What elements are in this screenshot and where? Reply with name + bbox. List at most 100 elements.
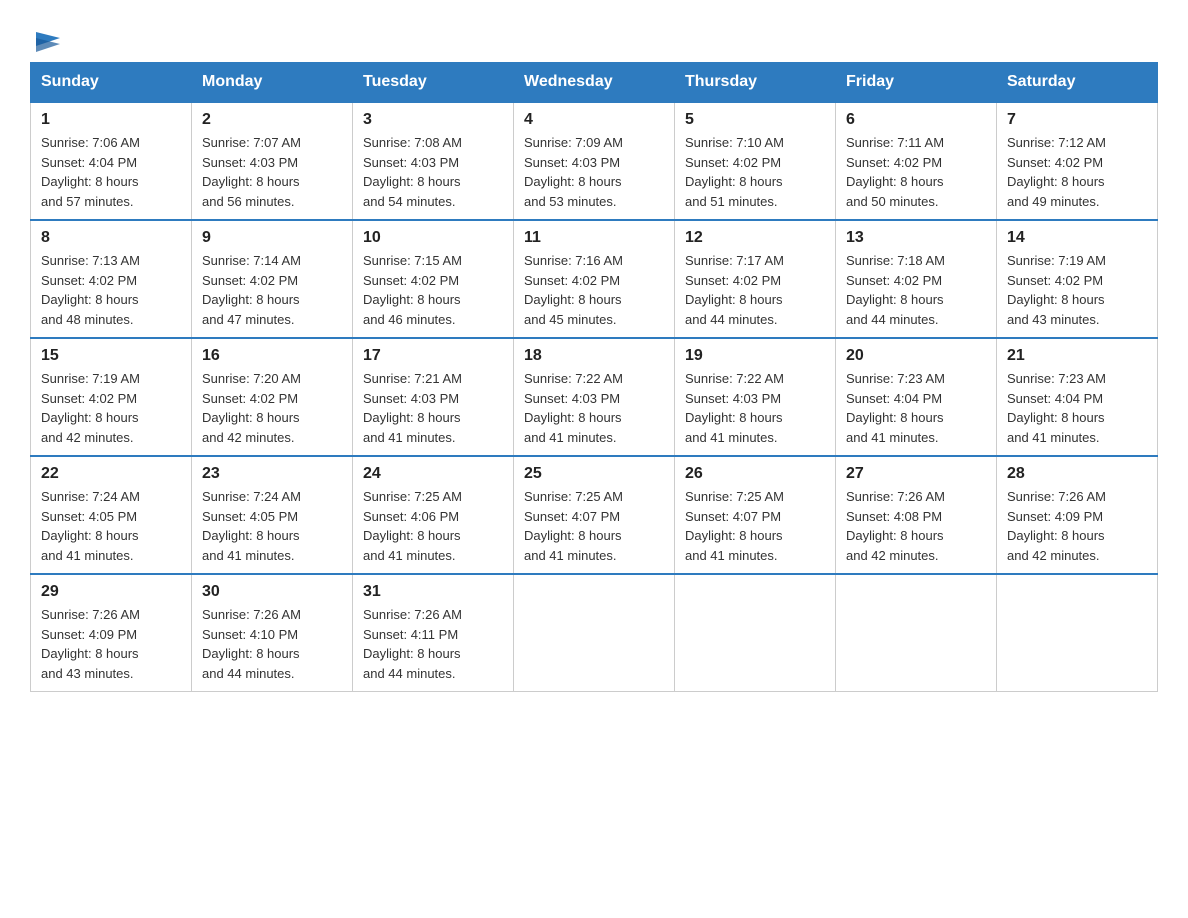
calendar-cell: 12 Sunrise: 7:17 AMSunset: 4:02 PMDayligh…: [675, 220, 836, 338]
day-info: Sunrise: 7:26 AMSunset: 4:10 PMDaylight:…: [202, 605, 342, 683]
day-info: Sunrise: 7:25 AMSunset: 4:07 PMDaylight:…: [524, 487, 664, 565]
col-header-sunday: Sunday: [31, 63, 192, 103]
day-number: 4: [524, 111, 664, 129]
day-number: 31: [363, 583, 503, 601]
calendar-week-5: 29 Sunrise: 7:26 AMSunset: 4:09 PMDayligh…: [31, 574, 1158, 692]
logo: [30, 28, 64, 52]
day-number: 19: [685, 347, 825, 365]
day-number: 28: [1007, 465, 1147, 483]
day-info: Sunrise: 7:11 AMSunset: 4:02 PMDaylight:…: [846, 133, 986, 211]
calendar-cell: 29 Sunrise: 7:26 AMSunset: 4:09 PMDayligh…: [31, 574, 192, 692]
day-info: Sunrise: 7:07 AMSunset: 4:03 PMDaylight:…: [202, 133, 342, 211]
day-info: Sunrise: 7:22 AMSunset: 4:03 PMDaylight:…: [524, 369, 664, 447]
calendar-cell: 28Sunrise: 7:26 AMSunset: 4:09 PMDayligh…: [997, 456, 1158, 574]
day-info: Sunrise: 7:26 AMSunset: 4:08 PMDaylight:…: [846, 487, 986, 565]
col-header-wednesday: Wednesday: [514, 63, 675, 103]
day-number: 20: [846, 347, 986, 365]
day-number: 2: [202, 111, 342, 129]
calendar-week-2: 8 Sunrise: 7:13 AMSunset: 4:02 PMDaylight…: [31, 220, 1158, 338]
day-info: Sunrise: 7:19 AMSunset: 4:02 PMDaylight:…: [41, 369, 181, 447]
day-info: Sunrise: 7:21 AMSunset: 4:03 PMDaylight:…: [363, 369, 503, 447]
calendar-cell: 20 Sunrise: 7:23 AMSunset: 4:04 PMDayligh…: [836, 338, 997, 456]
calendar-cell: 4 Sunrise: 7:09 AMSunset: 4:03 PMDaylight…: [514, 102, 675, 220]
day-number: 17: [363, 347, 503, 365]
day-info: Sunrise: 7:23 AMSunset: 4:04 PMDaylight:…: [1007, 369, 1147, 447]
calendar-cell: 8 Sunrise: 7:13 AMSunset: 4:02 PMDaylight…: [31, 220, 192, 338]
header: [30, 20, 1158, 52]
day-number: 24: [363, 465, 503, 483]
calendar-cell: 1 Sunrise: 7:06 AMSunset: 4:04 PMDaylight…: [31, 102, 192, 220]
day-number: 23: [202, 465, 342, 483]
calendar-cell: [836, 574, 997, 692]
day-number: 18: [524, 347, 664, 365]
calendar-table: SundayMondayTuesdayWednesdayThursdayFrid…: [30, 62, 1158, 692]
day-info: Sunrise: 7:15 AMSunset: 4:02 PMDaylight:…: [363, 251, 503, 329]
calendar-cell: 21 Sunrise: 7:23 AMSunset: 4:04 PMDayligh…: [997, 338, 1158, 456]
day-info: Sunrise: 7:18 AMSunset: 4:02 PMDaylight:…: [846, 251, 986, 329]
day-info: Sunrise: 7:17 AMSunset: 4:02 PMDaylight:…: [685, 251, 825, 329]
day-number: 25: [524, 465, 664, 483]
calendar-cell: 3 Sunrise: 7:08 AMSunset: 4:03 PMDaylight…: [353, 102, 514, 220]
col-header-friday: Friday: [836, 63, 997, 103]
calendar-cell: 13Sunrise: 7:18 AMSunset: 4:02 PMDayligh…: [836, 220, 997, 338]
calendar-cell: 7Sunrise: 7:12 AMSunset: 4:02 PMDaylight…: [997, 102, 1158, 220]
calendar-cell: [997, 574, 1158, 692]
calendar-cell: [514, 574, 675, 692]
day-number: 11: [524, 229, 664, 247]
day-info: Sunrise: 7:24 AMSunset: 4:05 PMDaylight:…: [202, 487, 342, 565]
calendar-cell: 25 Sunrise: 7:25 AMSunset: 4:07 PMDayligh…: [514, 456, 675, 574]
calendar-cell: 18 Sunrise: 7:22 AMSunset: 4:03 PMDayligh…: [514, 338, 675, 456]
day-number: 16: [202, 347, 342, 365]
calendar-cell: [675, 574, 836, 692]
day-number: 27: [846, 465, 986, 483]
day-number: 30: [202, 583, 342, 601]
day-info: Sunrise: 7:25 AMSunset: 4:06 PMDaylight:…: [363, 487, 503, 565]
calendar-cell: 24 Sunrise: 7:25 AMSunset: 4:06 PMDayligh…: [353, 456, 514, 574]
day-number: 26: [685, 465, 825, 483]
calendar-cell: 17 Sunrise: 7:21 AMSunset: 4:03 PMDayligh…: [353, 338, 514, 456]
day-number: 8: [41, 229, 181, 247]
day-info: Sunrise: 7:24 AMSunset: 4:05 PMDaylight:…: [41, 487, 181, 565]
calendar-cell: 27 Sunrise: 7:26 AMSunset: 4:08 PMDayligh…: [836, 456, 997, 574]
logo-flag-icon: [32, 28, 64, 60]
calendar-week-3: 15 Sunrise: 7:19 AMSunset: 4:02 PMDayligh…: [31, 338, 1158, 456]
calendar-week-4: 22Sunrise: 7:24 AMSunset: 4:05 PMDayligh…: [31, 456, 1158, 574]
col-header-thursday: Thursday: [675, 63, 836, 103]
day-info: Sunrise: 7:26 AMSunset: 4:11 PMDaylight:…: [363, 605, 503, 683]
calendar-cell: 19Sunrise: 7:22 AMSunset: 4:03 PMDayligh…: [675, 338, 836, 456]
day-number: 21: [1007, 347, 1147, 365]
day-info: Sunrise: 7:14 AMSunset: 4:02 PMDaylight:…: [202, 251, 342, 329]
day-info: Sunrise: 7:08 AMSunset: 4:03 PMDaylight:…: [363, 133, 503, 211]
day-number: 6: [846, 111, 986, 129]
calendar-cell: 10 Sunrise: 7:15 AMSunset: 4:02 PMDayligh…: [353, 220, 514, 338]
day-number: 14: [1007, 229, 1147, 247]
calendar-cell: 2 Sunrise: 7:07 AMSunset: 4:03 PMDaylight…: [192, 102, 353, 220]
calendar-cell: 31 Sunrise: 7:26 AMSunset: 4:11 PMDayligh…: [353, 574, 514, 692]
col-header-saturday: Saturday: [997, 63, 1158, 103]
calendar-cell: 22Sunrise: 7:24 AMSunset: 4:05 PMDayligh…: [31, 456, 192, 574]
calendar-cell: 26Sunrise: 7:25 AMSunset: 4:07 PMDayligh…: [675, 456, 836, 574]
calendar-cell: 11 Sunrise: 7:16 AMSunset: 4:02 PMDayligh…: [514, 220, 675, 338]
day-info: Sunrise: 7:20 AMSunset: 4:02 PMDaylight:…: [202, 369, 342, 447]
calendar-header: SundayMondayTuesdayWednesdayThursdayFrid…: [31, 63, 1158, 103]
day-number: 10: [363, 229, 503, 247]
day-info: Sunrise: 7:23 AMSunset: 4:04 PMDaylight:…: [846, 369, 986, 447]
day-info: Sunrise: 7:19 AMSunset: 4:02 PMDaylight:…: [1007, 251, 1147, 329]
calendar-cell: 14 Sunrise: 7:19 AMSunset: 4:02 PMDayligh…: [997, 220, 1158, 338]
col-header-tuesday: Tuesday: [353, 63, 514, 103]
day-number: 12: [685, 229, 825, 247]
day-number: 7: [1007, 111, 1147, 129]
day-info: Sunrise: 7:06 AMSunset: 4:04 PMDaylight:…: [41, 133, 181, 211]
day-info: Sunrise: 7:10 AMSunset: 4:02 PMDaylight:…: [685, 133, 825, 211]
day-info: Sunrise: 7:13 AMSunset: 4:02 PMDaylight:…: [41, 251, 181, 329]
day-number: 9: [202, 229, 342, 247]
day-info: Sunrise: 7:26 AMSunset: 4:09 PMDaylight:…: [41, 605, 181, 683]
day-number: 29: [41, 583, 181, 601]
day-number: 3: [363, 111, 503, 129]
day-info: Sunrise: 7:09 AMSunset: 4:03 PMDaylight:…: [524, 133, 664, 211]
day-info: Sunrise: 7:16 AMSunset: 4:02 PMDaylight:…: [524, 251, 664, 329]
calendar-cell: 16 Sunrise: 7:20 AMSunset: 4:02 PMDayligh…: [192, 338, 353, 456]
day-number: 15: [41, 347, 181, 365]
day-number: 1: [41, 111, 181, 129]
calendar-week-1: 1 Sunrise: 7:06 AMSunset: 4:04 PMDaylight…: [31, 102, 1158, 220]
